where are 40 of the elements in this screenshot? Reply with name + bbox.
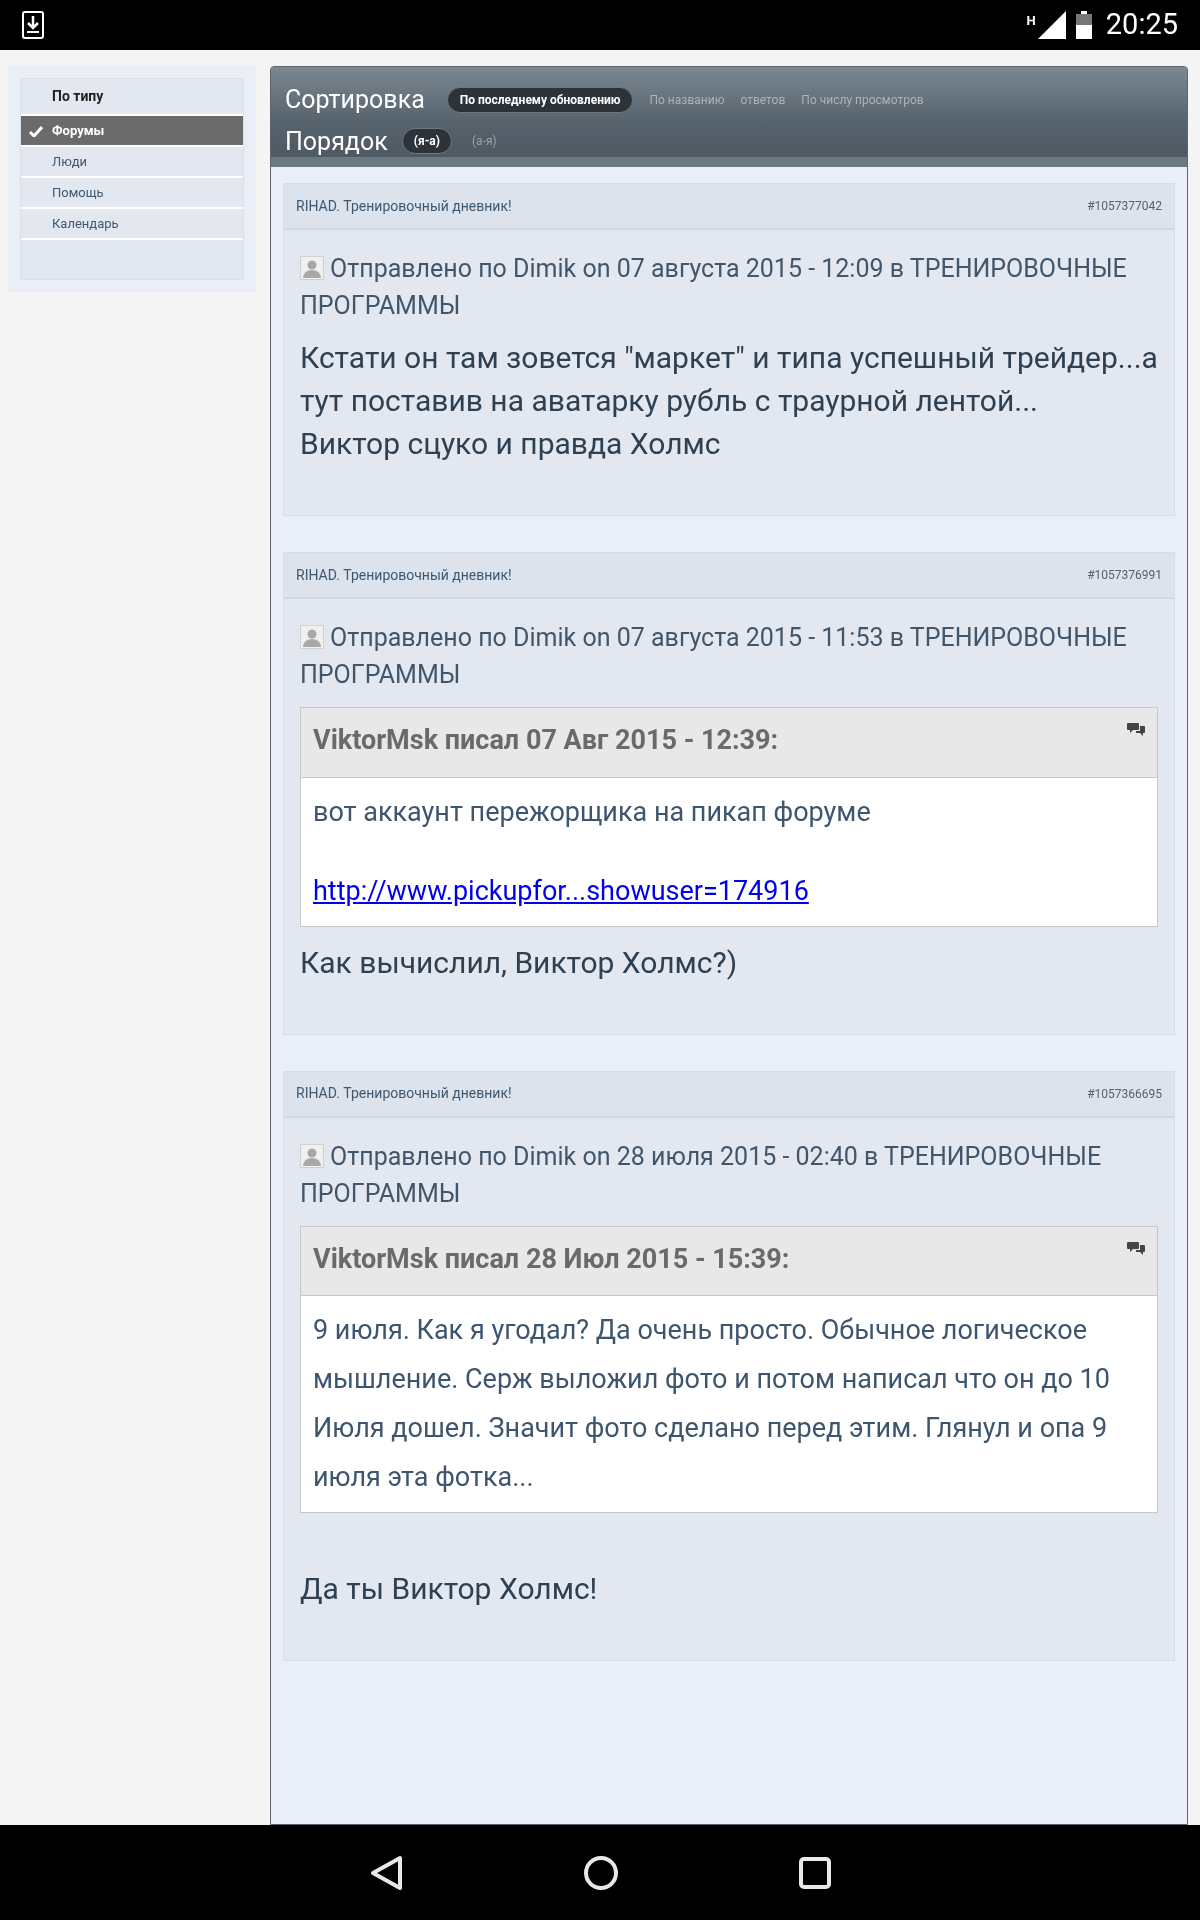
quote-link[interactable]: http://www.pickupfor...showuser=174916 — [313, 874, 809, 907]
sidebar-item[interactable]: Помощь — [21, 178, 243, 209]
post-id-link[interactable]: #1057376991 — [1087, 566, 1162, 584]
speech-bubbles-icon — [1127, 1240, 1145, 1255]
post-id-link[interactable]: #1057377042 — [1087, 197, 1162, 215]
checkmark-icon — [29, 126, 43, 137]
topic-link[interactable]: RIHAD. Тренировочный дневник! — [296, 195, 512, 217]
topic-link[interactable]: RIHAD. Тренировочный дневник! — [296, 1083, 512, 1104]
post-meta: Отправлено по Dimik on 07 августа 2015 - 11:53 в ТРЕНИРОВОЧНЫЕ ПРОГРАММЫ — [300, 622, 1128, 691]
signal-icon — [1037, 11, 1066, 39]
speech-bubbles-icon — [1127, 722, 1145, 736]
order-label: Порядок — [285, 125, 388, 158]
sidebar-item[interactable]: Форумы — [21, 116, 243, 147]
post-text: Да ты Виктор Холмс! — [300, 1570, 599, 1608]
quote-author: ViktorMsk писал 28 Июл 2015 - 15:39: — [313, 1241, 790, 1277]
post-text: Как вычислил, Виктор Холмс?) — [300, 943, 739, 982]
quote-text: вот аккаунт пережорщика на пикап форуме — [313, 794, 872, 830]
avatar-icon — [300, 256, 324, 280]
sidebar-item[interactable]: Люди — [21, 147, 243, 178]
recents-icon[interactable] — [799, 1856, 831, 1889]
post-text: Виктор сцуко и правда Холмс — [300, 425, 722, 463]
post-text: Кстати он там зовется "маркет" и типа успешный трейдер...а тут поставив на аватарку рубль с траурной лентой... — [300, 339, 1158, 420]
quote-text: 9 июля. Как я угодал? Да очень просто. Обычное логическое мышление. Серж выложил фото и потом написал что он до 10 Июля дошел. Значит фото сделано перед этим. Глянул и опа 9 июля эта фотка... — [313, 1313, 1111, 1495]
post-meta: Отправлено по Dimik on 28 июля 2015 - 02:40 в ТРЕНИРОВОЧНЫЕ ПРОГРАММЫ — [300, 1140, 1103, 1210]
sidebar-item[interactable]: Календарь — [21, 209, 243, 240]
battery-icon — [1075, 11, 1092, 39]
post-id-link[interactable]: #1057366695 — [1087, 1084, 1162, 1103]
download-icon — [22, 11, 44, 39]
quote-author: ViktorMsk писал 07 Авг 2015 - 12:39: — [313, 723, 779, 758]
home-icon[interactable] — [583, 1854, 619, 1891]
sort-label: Сортировка — [285, 84, 425, 116]
sort-option[interactable]: По последнему обновлению — [446, 86, 634, 113]
avatar-icon — [300, 625, 324, 649]
topic-link[interactable]: RIHAD. Тренировочный дневник! — [296, 564, 512, 586]
clock: 20:25 — [1105, 6, 1178, 44]
post-meta: Отправлено по Dimik on 07 августа 2015 - 12:09 в ТРЕНИРОВОЧНЫЕ ПРОГРАММЫ — [300, 253, 1128, 322]
order-option[interactable]: (я-а) — [401, 128, 452, 155]
network-type: H — [1026, 12, 1036, 31]
avatar-icon — [300, 1143, 324, 1168]
back-icon[interactable] — [369, 1854, 403, 1891]
